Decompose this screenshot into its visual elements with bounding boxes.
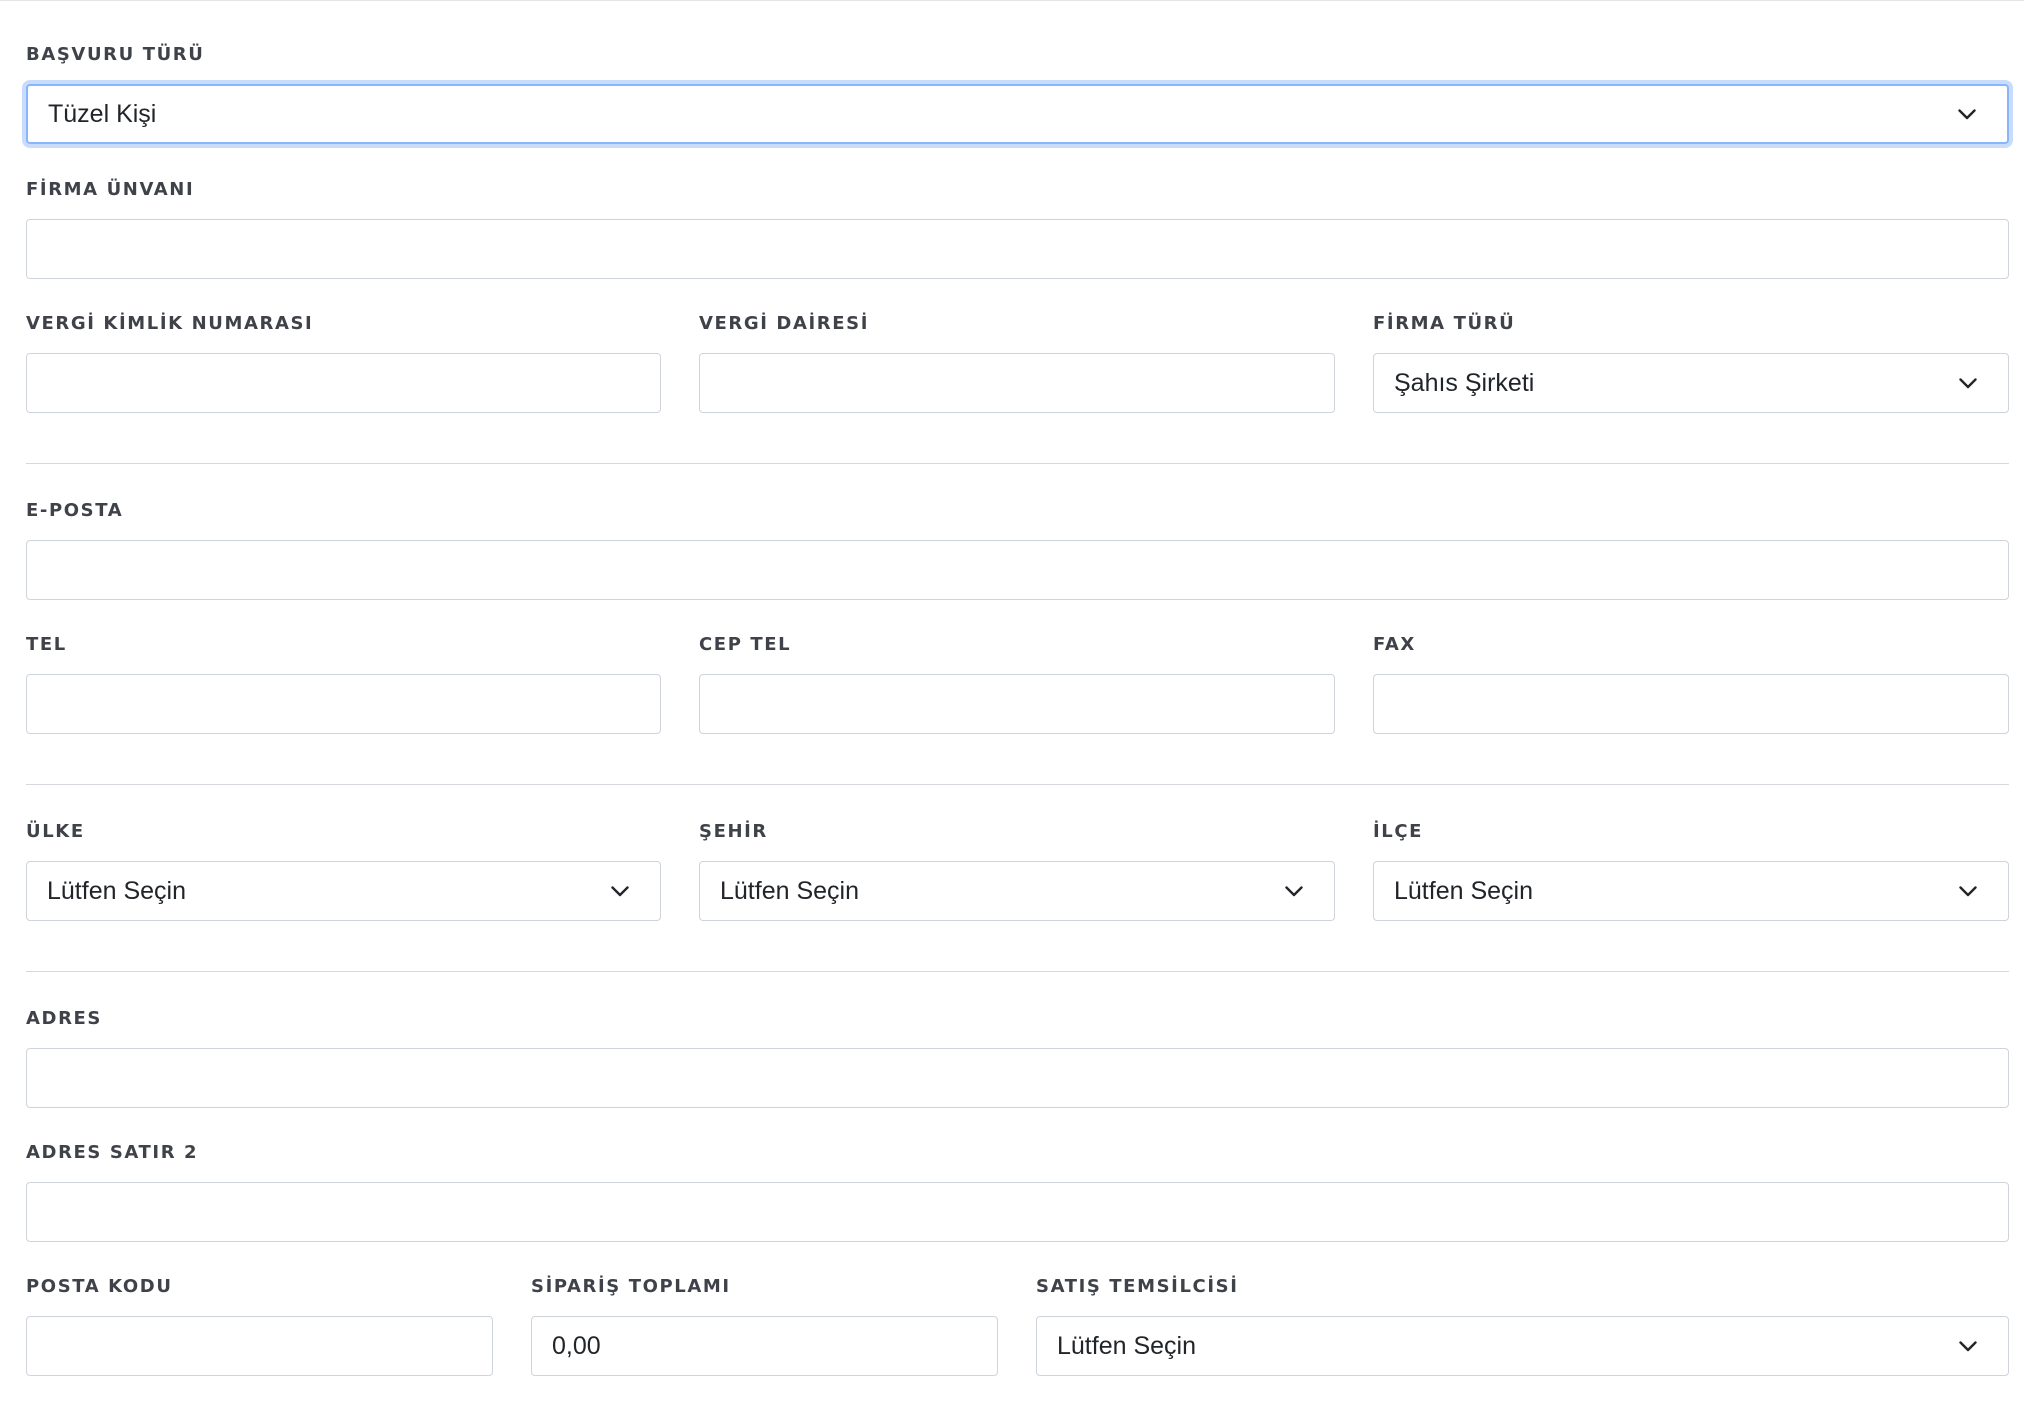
chevron-down-icon (1958, 1340, 1978, 1352)
basvuru-turu-label: BAŞVURU TÜRÜ (26, 44, 205, 65)
sehir-value: Lütfen Seçin (720, 876, 859, 905)
chevron-down-icon (1958, 377, 1978, 389)
satis-temsilcisi-label: SATIŞ TEMSİLCİSİ (1036, 1276, 1239, 1297)
cep-tel-input[interactable] (699, 674, 1335, 734)
cep-tel-label: CEP TEL (699, 634, 792, 655)
siparis-toplami-value: 0,00 (552, 1331, 601, 1360)
firma-turu-value: Şahıs Şirketi (1394, 368, 1535, 397)
vergi-dairesi-label: VERGİ DAİRESİ (699, 313, 870, 334)
siparis-toplami-input[interactable]: 0,00 (531, 1316, 998, 1376)
firma-turu-select[interactable]: Şahıs Şirketi (1373, 353, 2009, 413)
tel-label: TEL (26, 634, 67, 655)
chevron-down-icon (1284, 885, 1304, 897)
firma-turu-label: FİRMA TÜRÜ (1373, 313, 1516, 334)
ilce-value: Lütfen Seçin (1394, 876, 1533, 905)
posta-kodu-label: POSTA KODU (26, 1276, 173, 1297)
basvuru-turu-value: Tüzel Kişi (48, 99, 157, 128)
siparis-toplami-label: SİPARİŞ TOPLAMI (531, 1276, 731, 1297)
vergi-dairesi-input[interactable] (699, 353, 1335, 413)
adres-satir-2-label: ADRES SATIR 2 (26, 1142, 199, 1163)
adres-input[interactable] (26, 1048, 2009, 1108)
ulke-value: Lütfen Seçin (47, 876, 186, 905)
chevron-down-icon (1958, 885, 1978, 897)
ilce-label: İLÇE (1373, 821, 1424, 842)
fax-input[interactable] (1373, 674, 2009, 734)
application-form-page: BAŞVURU TÜRÜ Tüzel Kişi FİRMA ÜNVANI VER… (0, 0, 2024, 1416)
vergi-kimlik-numarasi-input[interactable] (26, 353, 661, 413)
fax-label: FAX (1373, 634, 1416, 655)
satis-temsilcisi-value: Lütfen Seçin (1057, 1331, 1196, 1360)
ulke-select[interactable]: Lütfen Seçin (26, 861, 661, 921)
firma-unvani-input[interactable] (26, 219, 2009, 279)
basvuru-turu-select[interactable]: Tüzel Kişi (26, 84, 2009, 144)
chevron-down-icon (610, 885, 630, 897)
section-divider (26, 971, 2009, 972)
section-divider (26, 784, 2009, 785)
vergi-kimlik-numarasi-label: VERGİ KİMLİK NUMARASI (26, 313, 314, 334)
sehir-select[interactable]: Lütfen Seçin (699, 861, 1335, 921)
eposta-input[interactable] (26, 540, 2009, 600)
satis-temsilcisi-select[interactable]: Lütfen Seçin (1036, 1316, 2009, 1376)
posta-kodu-input[interactable] (26, 1316, 493, 1376)
adres-label: ADRES (26, 1008, 102, 1029)
adres-satir-2-input[interactable] (26, 1182, 2009, 1242)
ulke-label: ÜLKE (26, 821, 85, 842)
chevron-down-icon (1957, 108, 1977, 120)
sehir-label: ŞEHİR (699, 821, 768, 842)
firma-unvani-label: FİRMA ÜNVANI (26, 179, 195, 200)
eposta-label: E-POSTA (26, 500, 124, 521)
ilce-select[interactable]: Lütfen Seçin (1373, 861, 2009, 921)
tel-input[interactable] (26, 674, 661, 734)
section-divider (26, 463, 2009, 464)
